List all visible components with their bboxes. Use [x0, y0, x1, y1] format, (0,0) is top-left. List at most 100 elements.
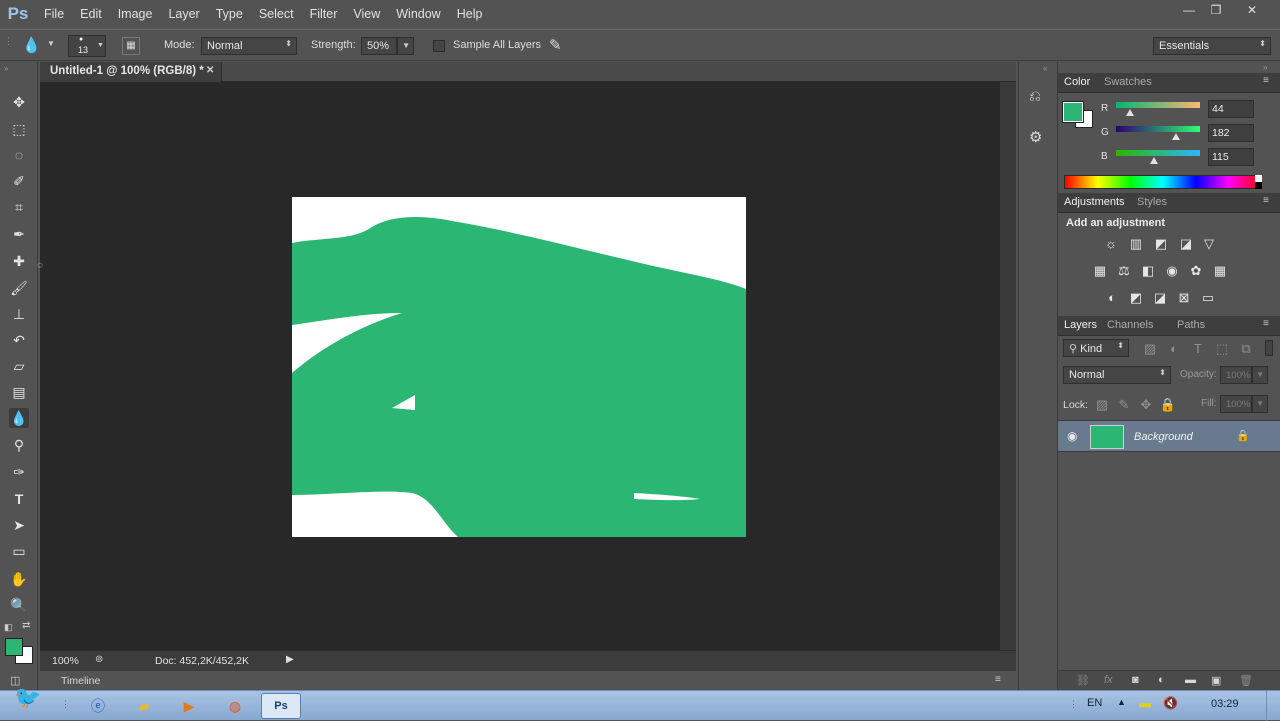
pressure-icon[interactable]: ✎ [549, 36, 562, 54]
zoom-tool-icon[interactable]: 🔍 [9, 595, 29, 615]
stamp-tool-icon[interactable]: ⊥ [9, 304, 29, 324]
new-adjustment-layer-icon[interactable]: ◐ [1158, 674, 1165, 686]
blur-tool-icon[interactable]: 💧 [9, 408, 29, 428]
internet-explorer-icon[interactable]: ⓔ [87, 696, 109, 716]
blue-value-field[interactable]: 115 [1208, 148, 1254, 166]
black-white-icon[interactable]: ◧ [1139, 262, 1157, 280]
close-window-button[interactable]: ✕ [1240, 2, 1264, 18]
healing-tool-icon[interactable]: ✚ [9, 251, 29, 271]
layer-style-icon[interactable]: fx [1104, 674, 1113, 686]
brush-tool-icon[interactable]: 🖌 [9, 278, 29, 298]
filter-smart-object-icon[interactable]: ⧉ [1237, 340, 1255, 358]
green-slider[interactable] [1116, 126, 1200, 132]
eye-visibility-icon[interactable]: ◉ [1067, 429, 1077, 443]
tab-layers[interactable]: Layers [1064, 319, 1097, 331]
tab-channels[interactable]: Channels [1107, 319, 1153, 331]
status-info-icon[interactable]: ⊚ [95, 654, 103, 665]
green-slider-thumb[interactable] [1172, 133, 1180, 140]
lock-position-icon[interactable]: ✥ [1137, 396, 1155, 414]
exposure-icon[interactable]: ◪ [1177, 235, 1195, 253]
history-brush-tool-icon[interactable]: ↶ [9, 330, 29, 350]
crop-tool-icon[interactable]: ⌗ [9, 197, 29, 217]
file-explorer-icon[interactable]: ▰ [133, 696, 155, 716]
selective-color-icon[interactable]: ⊠ [1175, 289, 1193, 307]
marquee-tool-icon[interactable]: ⬚ [9, 119, 29, 139]
sample-all-layers-checkbox[interactable] [433, 40, 445, 52]
ramp-white-chip[interactable] [1255, 175, 1262, 182]
move-tool-icon[interactable]: ✥ [9, 92, 29, 112]
green-value-field[interactable]: 182 [1208, 124, 1254, 142]
lock-image-icon[interactable]: ✎ [1115, 396, 1133, 414]
delete-layer-icon[interactable]: 🗑 [1239, 674, 1253, 687]
gradient-tool-icon[interactable]: ▤ [9, 382, 29, 402]
menu-type[interactable]: Type [208, 0, 251, 28]
threshold-icon[interactable]: ◪ [1151, 289, 1169, 307]
menu-filter[interactable]: Filter [302, 0, 346, 28]
restore-button[interactable]: ❐ [1204, 2, 1228, 18]
strength-dropdown-button[interactable]: ▼ [397, 37, 414, 55]
collapse-dock-icon[interactable]: « [1043, 64, 1047, 73]
clock[interactable]: 03:29 [1211, 698, 1239, 710]
workspace-select[interactable]: Essentials ⬍ [1153, 37, 1271, 55]
levels-icon[interactable]: ▥ [1127, 235, 1145, 253]
menu-view[interactable]: View [345, 0, 388, 28]
eraser-tool-icon[interactable]: ▱ [9, 356, 29, 376]
timeline-menu-icon[interactable]: ≡ [995, 674, 1001, 685]
layers-panel-menu-icon[interactable]: ≡ [1263, 318, 1269, 329]
dodge-tool-icon[interactable]: ⚲ [9, 435, 29, 455]
quick-select-tool-icon[interactable]: ✐ [9, 171, 29, 191]
fill-dropdown-button[interactable]: ▼ [1252, 395, 1268, 413]
filter-pixel-icon[interactable]: ▨ [1141, 340, 1159, 358]
collapse-panels-icon[interactable]: » [1263, 63, 1267, 72]
posterize-icon[interactable]: ◩ [1127, 289, 1145, 307]
timeline-panel-bar[interactable]: Timeline ≡ [40, 670, 1016, 690]
mode-select[interactable]: Normal ⬍ [201, 37, 297, 55]
layer-blend-mode-select[interactable]: Normal ⬍ [1063, 366, 1171, 384]
type-tool-icon[interactable]: T [9, 489, 29, 509]
photoshop-taskbar-button[interactable]: Ps [261, 693, 301, 719]
blue-slider[interactable] [1116, 150, 1200, 156]
language-indicator[interactable]: EN [1087, 697, 1102, 709]
rectangle-tool-icon[interactable]: ▭ [9, 541, 29, 561]
fill-field[interactable]: 100% [1220, 395, 1252, 413]
document-canvas[interactable] [292, 197, 746, 537]
filter-shape-icon[interactable]: ⬚ [1213, 340, 1231, 358]
vertical-scrollbar[interactable] [1000, 82, 1016, 650]
start-button-icon[interactable]: 🐦 [8, 687, 48, 720]
add-mask-icon[interactable]: ◙ [1132, 674, 1139, 686]
menu-window[interactable]: Window [388, 0, 448, 28]
firefox-icon[interactable]: ◍ [224, 696, 246, 716]
pen-tool-icon[interactable]: ✑ [9, 462, 29, 482]
brush-panel-toggle-icon[interactable]: ▦ [122, 37, 140, 55]
color-panel-menu-icon[interactable]: ≡ [1263, 75, 1269, 86]
zoom-level[interactable]: 100% [52, 655, 79, 667]
new-layer-icon[interactable]: ▣ [1211, 674, 1221, 687]
blue-slider-thumb[interactable] [1150, 157, 1158, 164]
strength-field[interactable]: 50% [361, 37, 397, 55]
new-group-icon[interactable]: ▬ [1185, 674, 1196, 686]
eyedropper-tool-icon[interactable]: ✒ [9, 224, 29, 244]
tab-adjustments[interactable]: Adjustments [1064, 196, 1125, 208]
tab-color[interactable]: Color [1064, 76, 1090, 88]
tab-swatches[interactable]: Swatches [1104, 76, 1152, 88]
hue-saturation-icon[interactable]: ▦ [1091, 262, 1109, 280]
gradient-map-icon[interactable]: ▭ [1199, 289, 1217, 307]
red-value-field[interactable]: 44 [1208, 100, 1254, 118]
link-layers-icon[interactable]: ⛓ [1076, 674, 1090, 687]
filter-toggle-switch[interactable] [1265, 340, 1273, 356]
vibrance-icon[interactable]: ▽ [1200, 235, 1218, 253]
minimize-button[interactable]: — [1177, 2, 1201, 18]
media-player-icon[interactable]: ▶ [178, 696, 200, 716]
tab-styles[interactable]: Styles [1137, 196, 1167, 208]
menu-file[interactable]: File [36, 0, 72, 28]
lock-transparency-icon[interactable]: ▨ [1093, 396, 1111, 414]
hand-tool-icon[interactable]: ✋ [9, 569, 29, 589]
lasso-tool-icon[interactable]: ◌ [9, 145, 29, 165]
preset-dropdown-arrow-icon[interactable]: ▼ [47, 39, 55, 48]
color-lookup-icon[interactable]: ▦ [1211, 262, 1229, 280]
volume-muted-icon[interactable]: 🔇 [1163, 696, 1178, 710]
tray-battery-icon[interactable]: ▬ [1139, 696, 1151, 710]
menu-layer[interactable]: Layer [160, 0, 207, 28]
history-panel-icon[interactable]: ⎌ [1029, 88, 1041, 105]
photo-filter-icon[interactable]: ◉ [1163, 262, 1181, 280]
